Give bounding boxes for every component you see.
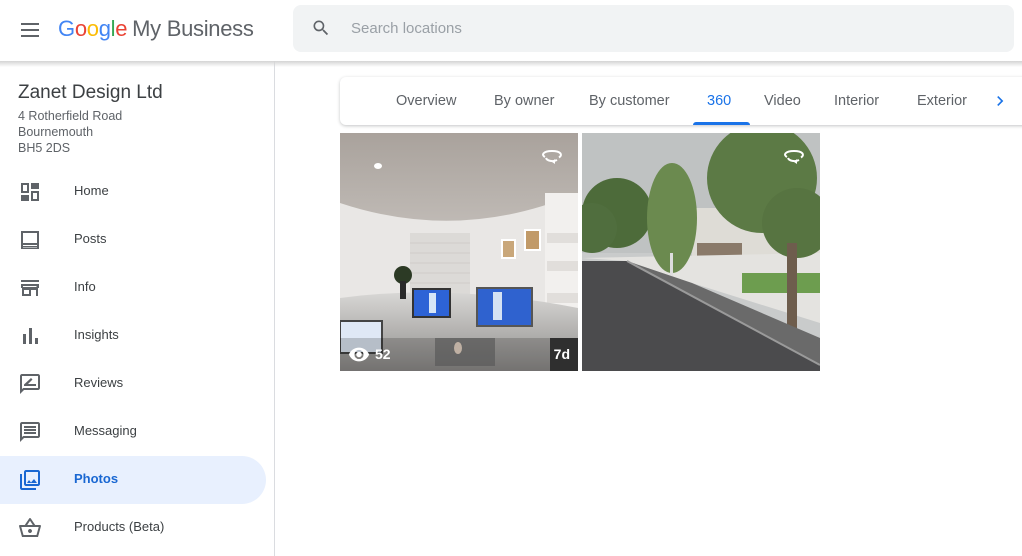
sidebar-item-products[interactable]: Products (Beta) — [0, 504, 266, 552]
sidebar-item-label: Reviews — [74, 375, 124, 390]
search-bar — [293, 5, 1014, 52]
street-360-photo — [582, 133, 820, 371]
view-count-value: 52 — [375, 346, 391, 362]
photo-tile[interactable] — [582, 133, 820, 371]
sidebar-item-messaging[interactable]: Messaging — [0, 408, 266, 456]
hamburger-icon — [21, 23, 39, 25]
photo-library-icon — [20, 470, 40, 490]
sidebar-item-label: Insights — [74, 327, 119, 342]
address-line: 4 Rotherfield Road — [18, 109, 123, 123]
address-line: BH5 2DS — [18, 141, 71, 155]
posts-icon — [21, 231, 39, 249]
sidebar-item-label: Posts — [74, 231, 107, 246]
sidebar-item-insights[interactable]: Insights — [0, 312, 266, 360]
tab-video[interactable]: Video — [764, 93, 801, 109]
hamburger-icon-line — [21, 35, 39, 37]
logo-letter: G — [58, 16, 75, 41]
tab-by-owner[interactable]: By owner — [494, 93, 554, 109]
search-input[interactable] — [351, 5, 991, 52]
logo-letter: g — [98, 16, 111, 41]
sidebar-item-label: Products (Beta) — [74, 519, 165, 534]
view-count: 52 — [348, 346, 391, 362]
header-shadow — [0, 61, 1022, 67]
tab-exterior[interactable]: Exterior — [917, 93, 967, 109]
business-name: Zanet Design Ltd — [18, 82, 163, 103]
product-name: My Business — [132, 16, 254, 41]
google-my-business-logo[interactable]: Google My Business — [58, 16, 254, 42]
photo-tile[interactable]: 52 7d — [340, 133, 578, 371]
logo-letter: o — [74, 16, 87, 41]
sidebar-item-label: Messaging — [74, 423, 137, 438]
sidebar-item-posts[interactable]: Posts — [0, 216, 266, 264]
rate-review-icon — [20, 374, 40, 394]
360-rotate-icon — [784, 149, 804, 164]
eye-icon — [348, 347, 370, 362]
shopping-basket-icon — [19, 517, 41, 537]
office-360-photo — [340, 133, 578, 371]
storefront-icon — [21, 280, 39, 296]
tab-interior[interactable]: Interior — [834, 93, 879, 109]
sidebar-item-label: Info — [74, 279, 96, 294]
sidebar-item-info[interactable]: Info — [0, 264, 266, 312]
main-menu-button[interactable] — [18, 18, 42, 42]
sidebar-item-label: Photos — [74, 471, 119, 486]
tab-360[interactable]: 360 — [707, 93, 731, 109]
sidebar-item-label: Home — [74, 183, 109, 198]
address-line: Bournemouth — [18, 125, 94, 139]
search-icon[interactable] — [311, 18, 331, 38]
logo-letter: e — [115, 16, 128, 41]
sidebar-item-reviews[interactable]: Reviews — [0, 360, 266, 408]
sidebar-item-photos[interactable]: Photos — [0, 456, 266, 504]
active-tab-indicator — [693, 122, 750, 125]
sidebar-item-home[interactable]: Home — [0, 168, 266, 216]
logo-letter: o — [86, 16, 99, 41]
dashboard-icon — [21, 183, 39, 201]
sidebar: Zanet Design Ltd 4 Rotherfield Road Bour… — [0, 61, 275, 556]
tab-by-customer[interactable]: By customer — [589, 93, 670, 109]
tab-overview[interactable]: Overview — [396, 93, 456, 109]
hamburger-icon-line — [21, 29, 39, 31]
message-icon — [20, 422, 40, 442]
photo-category-tabs: Overview By owner By customer 360 Video … — [340, 77, 1022, 125]
photo-age: 7d — [553, 346, 570, 362]
bar-chart-icon — [23, 328, 38, 344]
360-rotate-icon — [542, 149, 562, 164]
chevron-right-icon[interactable] — [990, 91, 1010, 111]
top-app-bar: Google My Business — [0, 0, 1022, 61]
